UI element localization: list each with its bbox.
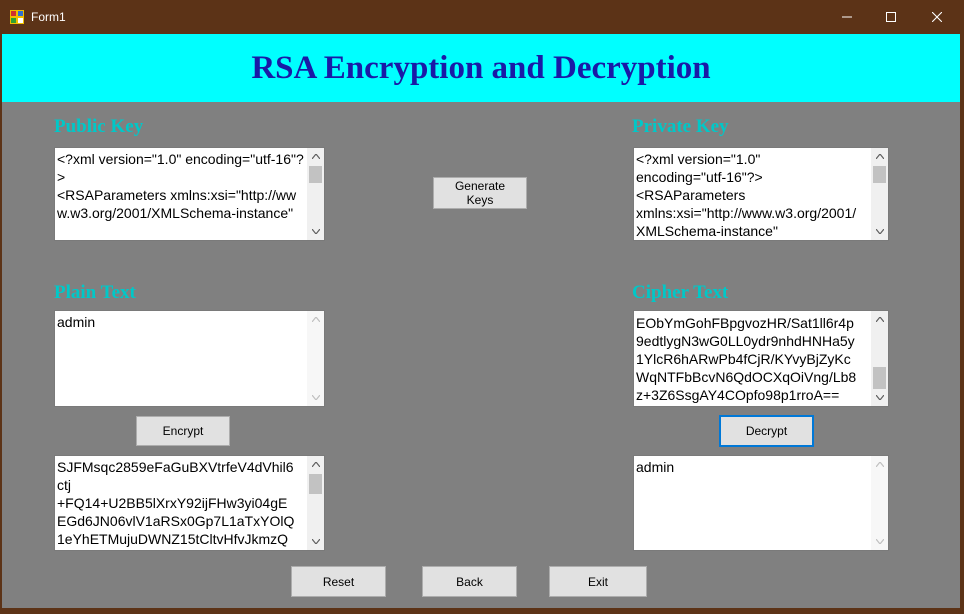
scroll-thumb[interactable]: [873, 166, 886, 183]
plain-text-label: Plain Text: [54, 282, 136, 303]
plain-text-value: admin: [57, 314, 96, 330]
back-button[interactable]: Back: [422, 566, 517, 597]
encrypted-output-text: SJFMsqc2859eFaGuBXVtrfeV4dVhil6 ctj +FQ1…: [57, 459, 295, 547]
private-key-textbox[interactable]: <?xml version="1.0" encoding="utf-16"?> …: [633, 147, 889, 241]
public-key-text: <?xml version="1.0" encoding="utf-16"?> …: [57, 151, 304, 221]
scroll-up-arrow-icon[interactable]: [871, 148, 888, 165]
window-title: Form1: [31, 10, 66, 24]
scroll-thumb[interactable]: [873, 367, 886, 389]
decrypted-output-scrollbar[interactable]: [871, 456, 888, 550]
scroll-up-arrow-icon[interactable]: [307, 311, 324, 328]
cipher-text-value: EObYmGohFBpgvozHR/Sat1ll6r4p 9edtlygN3wG…: [636, 315, 857, 403]
maximize-icon: [886, 12, 896, 22]
app-icon: [10, 10, 24, 24]
plain-text-input[interactable]: admin: [54, 310, 325, 407]
scroll-up-arrow-icon[interactable]: [307, 456, 324, 473]
private-key-label: Private Key: [632, 116, 729, 137]
page-title: RSA Encryption and Decryption: [251, 49, 711, 86]
minimize-button[interactable]: [824, 0, 870, 34]
scroll-up-arrow-icon[interactable]: [871, 311, 888, 328]
generate-keys-button[interactable]: Generate Keys: [433, 177, 527, 209]
maximize-button[interactable]: [868, 0, 914, 34]
cipher-text-input[interactable]: EObYmGohFBpgvozHR/Sat1ll6r4p 9edtlygN3wG…: [633, 310, 889, 407]
private-key-text: <?xml version="1.0" encoding="utf-16"?> …: [636, 151, 857, 238]
minimize-icon: [842, 16, 852, 18]
encrypt-button[interactable]: Encrypt: [136, 416, 230, 446]
private-key-scrollbar[interactable]: [871, 148, 888, 240]
exit-button[interactable]: Exit: [549, 566, 647, 597]
public-key-scrollbar[interactable]: [307, 148, 324, 240]
encrypted-output-textbox[interactable]: SJFMsqc2859eFaGuBXVtrfeV4dVhil6 ctj +FQ1…: [54, 455, 325, 551]
public-key-textbox[interactable]: <?xml version="1.0" encoding="utf-16"?> …: [54, 147, 325, 241]
header-banner: RSA Encryption and Decryption: [2, 34, 960, 102]
form-client-area: RSA Encryption and Decryption Public Key…: [2, 34, 960, 608]
scroll-up-arrow-icon[interactable]: [307, 148, 324, 165]
close-icon: [932, 12, 942, 22]
encrypted-output-scrollbar[interactable]: [307, 456, 324, 550]
decrypted-output-text: admin: [636, 459, 675, 475]
scroll-up-arrow-icon[interactable]: [871, 456, 888, 473]
scroll-down-arrow-icon[interactable]: [307, 533, 324, 550]
decrypted-output-textbox[interactable]: admin: [633, 455, 889, 551]
cipher-text-label: Cipher Text: [632, 282, 729, 303]
decrypt-button[interactable]: Decrypt: [719, 415, 814, 447]
scroll-down-arrow-icon[interactable]: [871, 389, 888, 406]
title-bar: Form1: [0, 0, 964, 34]
scroll-down-arrow-icon[interactable]: [307, 223, 324, 240]
scroll-down-arrow-icon[interactable]: [871, 533, 888, 550]
cipher-text-scrollbar[interactable]: [871, 311, 888, 406]
public-key-label: Public Key: [54, 116, 144, 137]
scroll-thumb[interactable]: [309, 474, 322, 494]
scroll-down-arrow-icon[interactable]: [307, 389, 324, 406]
scroll-down-arrow-icon[interactable]: [871, 223, 888, 240]
close-button[interactable]: [914, 0, 960, 34]
plain-text-scrollbar[interactable]: [307, 311, 324, 406]
reset-button[interactable]: Reset: [291, 566, 386, 597]
scroll-thumb[interactable]: [309, 166, 322, 183]
